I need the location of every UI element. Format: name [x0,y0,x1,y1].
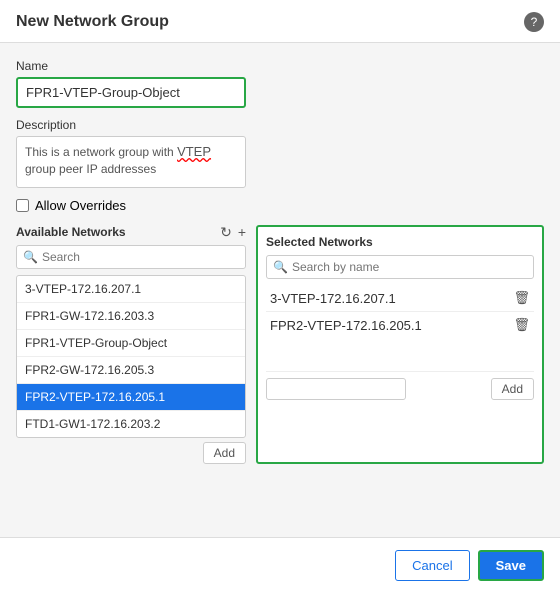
available-networks-panel: Available Networks ↻ + 🔍 3-VTEP-172.16.2… [16,225,246,464]
add-network-icon[interactable]: + [238,225,246,239]
new-network-group-dialog: New Network Group ? Name Description Thi… [0,0,560,593]
selected-item-name: 3-VTEP-172.16.207.1 [270,291,396,306]
description-box: This is a network group with VTEP group … [16,136,246,188]
vtep-text: VTEP [177,144,211,159]
available-search-box[interactable]: 🔍 [16,245,246,269]
list-item[interactable]: FPR2-GW-172.16.205.3 [17,357,245,384]
delete-selected-icon[interactable]: 🗑 [513,290,530,306]
description-label: Description [16,118,544,132]
selected-add-button[interactable]: Add [491,378,534,400]
selected-networks-panel: Selected Networks 🔍 3-VTEP-172.16.207.1 … [256,225,544,464]
network-panels: Available Networks ↻ + 🔍 3-VTEP-172.16.2… [16,225,544,464]
description-field-group: Description This is a network group with… [16,118,544,188]
selected-networks-label: Selected Networks [266,235,373,249]
cancel-button[interactable]: Cancel [395,550,469,581]
available-network-list: 3-VTEP-172.16.207.1 FPR1-GW-172.16.203.3… [16,275,246,438]
refresh-icon[interactable]: ↻ [220,225,232,239]
name-field-group: Name [16,59,544,108]
selected-add-input[interactable] [266,378,406,400]
list-item[interactable]: FPR1-VTEP-Group-Object [17,330,245,357]
selected-search-input[interactable] [292,260,527,274]
name-input[interactable] [26,85,236,100]
available-search-input[interactable] [42,250,239,264]
selected-item-name: FPR2-VTEP-172.16.205.1 [270,318,422,333]
available-networks-icons: ↻ + [220,225,246,239]
list-item-selected[interactable]: FPR2-VTEP-172.16.205.1 [17,384,245,411]
allow-overrides-row: Allow Overrides [16,198,544,213]
available-add-row: Add [16,442,246,464]
allow-overrides-checkbox[interactable] [16,199,29,212]
available-networks-header: Available Networks ↻ + [16,225,246,239]
name-input-box[interactable] [16,77,246,108]
selected-list-item: FPR2-VTEP-172.16.205.1 🗑 [266,312,534,338]
selected-networks-list: 3-VTEP-172.16.207.1 🗑 FPR2-VTEP-172.16.2… [266,285,534,365]
save-button[interactable]: Save [478,550,544,581]
selected-networks-header: Selected Networks [266,235,534,249]
list-item[interactable]: FTD1-GW1-172.16.203.2 [17,411,245,437]
available-search-icon: 🔍 [23,250,38,264]
dialog-title: New Network Group [16,13,169,31]
selected-search-icon: 🔍 [273,260,288,274]
dialog-footer: Cancel Save [0,537,560,593]
available-add-button[interactable]: Add [203,442,246,464]
list-item[interactable]: FPR1-GW-172.16.203.3 [17,303,245,330]
list-item[interactable]: 3-VTEP-172.16.207.1 [17,276,245,303]
allow-overrides-label: Allow Overrides [35,198,126,213]
dialog-body: Name Description This is a network group… [0,43,560,537]
selected-list-item: 3-VTEP-172.16.207.1 🗑 [266,285,534,312]
available-networks-label: Available Networks [16,225,126,239]
selected-search-box[interactable]: 🔍 [266,255,534,279]
name-label: Name [16,59,544,73]
delete-selected-icon[interactable]: 🗑 [513,317,530,333]
selected-add-row: Add [266,371,534,400]
help-icon[interactable]: ? [524,12,544,32]
dialog-header: New Network Group ? [0,0,560,43]
